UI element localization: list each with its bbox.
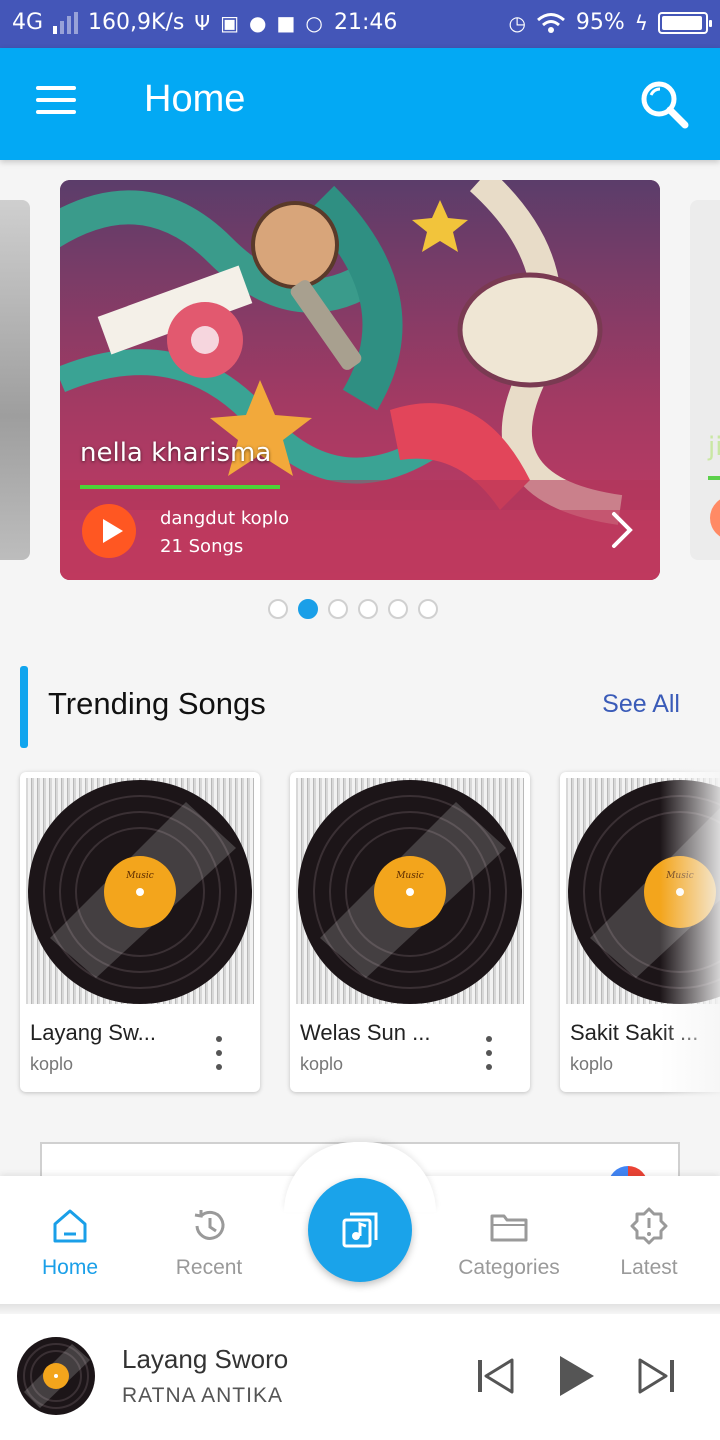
nav-categories-label: Categories (458, 1256, 560, 1279)
music-library-icon (342, 1212, 378, 1248)
next-card-label: ji (708, 432, 720, 462)
status-bar: 4G 160,9K/s Ψ ▣ ● ■ ○ 21:46 ◷ 95% ϟ (0, 0, 720, 48)
chat-icon: ● (249, 10, 267, 35)
music-doodle-artwork (60, 180, 660, 580)
skip-next-icon[interactable] (634, 1354, 678, 1398)
play-icon[interactable] (554, 1354, 598, 1398)
chevron-right-icon[interactable] (608, 510, 636, 550)
network-type: 4G (12, 10, 44, 35)
vinyl-label-text: Music (125, 871, 154, 881)
skip-previous-icon[interactable] (474, 1354, 518, 1398)
song-genre: koplo (570, 1054, 614, 1074)
divider (0, 1304, 720, 1314)
now-playing-disc (17, 1337, 95, 1415)
carousel-prev-card[interactable] (0, 200, 30, 560)
carousel-dot[interactable] (358, 599, 378, 619)
nav-categories[interactable]: Categories (444, 1206, 574, 1290)
usb-icon: Ψ (194, 10, 211, 35)
mini-player[interactable]: Layang Sworo RATNA ANTIKA (0, 1314, 720, 1440)
battery-percent: 95% (575, 10, 625, 35)
music-library-button[interactable] (308, 1178, 412, 1282)
song-name: Welas Sun ... (300, 1020, 431, 1045)
featured-genre: dangdut koplo (160, 508, 290, 529)
nav-latest[interactable]: Latest (584, 1206, 714, 1290)
alert-badge-icon (630, 1207, 668, 1245)
section-accent-bar (20, 666, 28, 748)
carousel-dot[interactable] (418, 599, 438, 619)
vinyl-label-text: Music (395, 871, 424, 881)
carousel-dot[interactable] (388, 599, 408, 619)
whatsapp-icon: ○ (305, 10, 323, 35)
carousel-dot[interactable] (328, 599, 348, 619)
search-icon[interactable] (638, 78, 690, 130)
song-cover: Music (26, 778, 254, 1004)
charging-icon: ϟ (634, 10, 648, 35)
history-icon (194, 1210, 225, 1240)
featured-artist-card[interactable]: nella kharisma dangdut koplo 21 Songs (60, 180, 660, 580)
now-playing-artist: RATNA ANTIKA (122, 1384, 283, 1407)
carousel-next-card[interactable]: ji (690, 200, 720, 560)
carousel-dot[interactable] (268, 599, 288, 619)
nav-recent-label: Recent (175, 1256, 243, 1279)
next-card-underline (708, 476, 720, 480)
facebook-icon: ■ (276, 10, 296, 35)
artist-underline (80, 485, 280, 489)
play-button[interactable] (82, 504, 136, 558)
screen: 4G 160,9K/s Ψ ▣ ● ■ ○ 21:46 ◷ 95% ϟ Home (0, 0, 720, 1440)
song-name: Layang Sw... (30, 1020, 156, 1045)
featured-song-count: 21 Songs (160, 536, 244, 557)
nav-home-label: Home (41, 1256, 99, 1279)
hamburger-icon[interactable] (36, 86, 76, 118)
folder-icon (490, 1214, 528, 1242)
nav-latest-label: Latest (620, 1256, 678, 1279)
network-speed: 160,9K/s (88, 10, 185, 35)
next-card-play-button (710, 496, 720, 540)
battery-icon (658, 11, 712, 34)
section-title: Trending Songs (48, 686, 266, 721)
song-genre: koplo (30, 1054, 74, 1074)
now-playing-title: Layang Sworo (122, 1344, 289, 1374)
nav-recent[interactable]: Recent (144, 1206, 274, 1290)
song-card[interactable]: Music Layang Sw... koplo (20, 772, 260, 1092)
app-bar: Home (0, 48, 720, 160)
song-cover: Music (296, 778, 524, 1004)
vinyl-record-image: Music (28, 780, 252, 1004)
wifi-icon (536, 12, 565, 33)
more-options-icon[interactable] (214, 1036, 224, 1070)
nav-home[interactable]: Home (5, 1206, 135, 1290)
alarm-icon: ◷ (508, 10, 526, 35)
see-all-link[interactable]: See All (602, 690, 680, 719)
carousel-dot[interactable] (298, 599, 318, 619)
scroll-fade (660, 750, 720, 1130)
featured-artist-name: nella kharisma (80, 438, 272, 468)
carousel-indicator (268, 599, 438, 619)
signal-icon (53, 11, 79, 34)
notification-app-icon: ▣ (220, 10, 239, 35)
vinyl-record-image: Music (298, 780, 522, 1004)
page-title: Home (144, 78, 246, 120)
song-card[interactable]: Music Welas Sun ... koplo (290, 772, 530, 1092)
more-options-icon[interactable] (484, 1036, 494, 1070)
clock: 21:46 (334, 10, 398, 35)
song-genre: koplo (300, 1054, 344, 1074)
home-icon (53, 1209, 87, 1243)
